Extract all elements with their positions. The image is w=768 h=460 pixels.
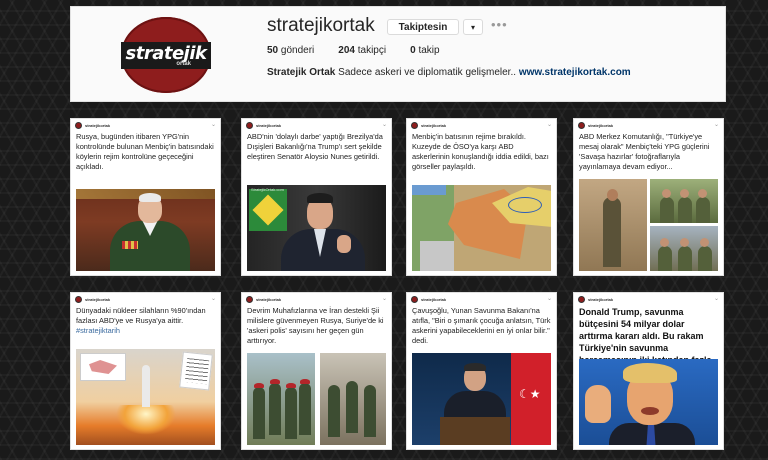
post-tile[interactable]: stratejikortak ⌄ Menbiç'in batısının rej… — [406, 118, 557, 276]
bio-text: Sadece askeri ve diplomatik gelişmeler.. — [338, 67, 517, 78]
post-header: stratejikortak — [75, 296, 110, 303]
chevron-down-icon[interactable]: ⌄ — [547, 295, 552, 302]
post-avatar — [578, 296, 585, 303]
followers-stat[interactable]: 204 takipçi — [338, 45, 386, 56]
posts-stat: 50 gönderi — [267, 45, 315, 56]
post-avatar — [246, 296, 253, 303]
post-username: stratejikortak — [588, 297, 614, 302]
post-header: stratejikortak — [246, 122, 281, 129]
post-username: stratejikortak — [256, 297, 282, 302]
logo-wordmark: stratejik — [125, 42, 207, 64]
post-username: stratejikortak — [85, 297, 111, 302]
post-caption: Donald Trump, savunma bütçesini 54 milya… — [579, 307, 714, 365]
bio-link[interactable]: www.stratejikortak.com — [519, 67, 631, 78]
chevron-down-icon[interactable]: ⌄ — [211, 121, 216, 128]
post-caption-text: Dünyadaki nükleer silahların %90'ından f… — [76, 306, 206, 325]
post-caption: Rusya, bugünden itibaren YPG'nin kontrol… — [76, 132, 214, 171]
chevron-down-icon[interactable]: ⌄ — [211, 295, 216, 302]
profile-username: stratejikortak — [267, 15, 375, 36]
post-caption: Çavuşoğlu, Yunan Savunma Bakanı'na atıfl… — [412, 306, 551, 345]
post-tile[interactable]: stratejikortak ⌄ Rusya, bugünden itibare… — [70, 118, 221, 276]
chevron-down-icon[interactable]: ⌄ — [714, 295, 719, 302]
post-caption: Dünyadaki nükleer silahların %90'ından f… — [76, 306, 215, 336]
post-header: stratejikortak — [578, 122, 613, 129]
post-tile[interactable]: stratejikortak ⌄ Donald Trump, savunma b… — [573, 292, 724, 450]
following-button[interactable]: Takiptesin — [387, 19, 459, 35]
post-caption: Devrim Muhafızlarına ve İran destekli Şi… — [247, 306, 384, 345]
post-header: stratejikortak — [246, 296, 281, 303]
post-avatar — [75, 296, 82, 303]
profile-stats: 50 gönderi 204 takipçi 0 takip — [267, 45, 440, 56]
ypg-photo-collage — [579, 179, 718, 271]
post-avatar — [578, 122, 585, 129]
post-caption: Menbiç'in batısının rejime bırakıldı. Ku… — [412, 132, 549, 171]
post-username: stratejikortak — [421, 297, 447, 302]
post-caption: ABD Merkez Komutanlığı, "Türkiye'ye mesa… — [579, 132, 710, 171]
post-avatar — [246, 122, 253, 129]
post-caption: ABD'nin 'dolaylı darbe' yaptığı Brezilya… — [247, 132, 383, 161]
post-username: stratejikortak — [421, 123, 447, 128]
post-avatar — [411, 296, 418, 303]
following-stat[interactable]: 0 takip — [410, 45, 439, 56]
more-options-icon[interactable]: ••• — [491, 17, 508, 32]
post-username: stratejikortak — [256, 123, 282, 128]
chevron-down-icon[interactable]: ⌄ — [382, 121, 387, 128]
missile-launch-photo — [76, 349, 215, 445]
profile-avatar[interactable]: stratejik ortak — [121, 17, 211, 93]
chevron-down-icon[interactable]: ⌄ — [714, 121, 719, 128]
minister-photo — [412, 353, 551, 445]
military-police-photos — [247, 353, 386, 445]
post-username: stratejikortak — [85, 123, 111, 128]
post-tile[interactable]: stratejikortak ⌄ Çavuşoğlu, Yunan Savunm… — [406, 292, 557, 450]
senator-photo: StratejikOrtak.com — [247, 185, 386, 271]
profile-header: stratejik ortak stratejikortak Takiptesi… — [70, 6, 726, 102]
post-tile[interactable]: stratejikortak ⌄ Devrim Muhafızlarına ve… — [241, 292, 392, 450]
post-avatar — [411, 122, 418, 129]
profile-bio: Stratejik Ortak Sadece askeri ve diploma… — [267, 67, 631, 78]
logo-band: stratejik ortak — [121, 41, 211, 69]
post-header: stratejikortak — [411, 296, 446, 303]
map-image — [412, 185, 551, 271]
post-hashtag[interactable]: #stratejiktarih — [76, 326, 120, 335]
chevron-down-icon[interactable]: ⌄ — [382, 295, 387, 302]
suggestions-dropdown-button[interactable]: ▾ — [463, 19, 483, 35]
profile-full-name: Stratejik Ortak — [267, 67, 336, 78]
post-tile[interactable]: stratejikortak ⌄ Dünyadaki nükleer silah… — [70, 292, 221, 450]
photo-watermark: StratejikOrtak.com — [251, 187, 284, 192]
chevron-down-icon: ▾ — [470, 22, 475, 32]
chevron-down-icon[interactable]: ⌄ — [547, 121, 552, 128]
post-avatar — [75, 122, 82, 129]
post-header: stratejikortak — [578, 296, 613, 303]
post-tile[interactable]: stratejikortak ⌄ ABD Merkez Komutanlığı,… — [573, 118, 724, 276]
post-tile[interactable]: stratejikortak ⌄ ABD'nin 'dolaylı darbe'… — [241, 118, 392, 276]
post-header: stratejikortak — [411, 122, 446, 129]
post-header: stratejikortak — [75, 122, 110, 129]
trump-photo — [579, 359, 718, 445]
post-username: stratejikortak — [588, 123, 614, 128]
general-photo — [76, 189, 215, 271]
